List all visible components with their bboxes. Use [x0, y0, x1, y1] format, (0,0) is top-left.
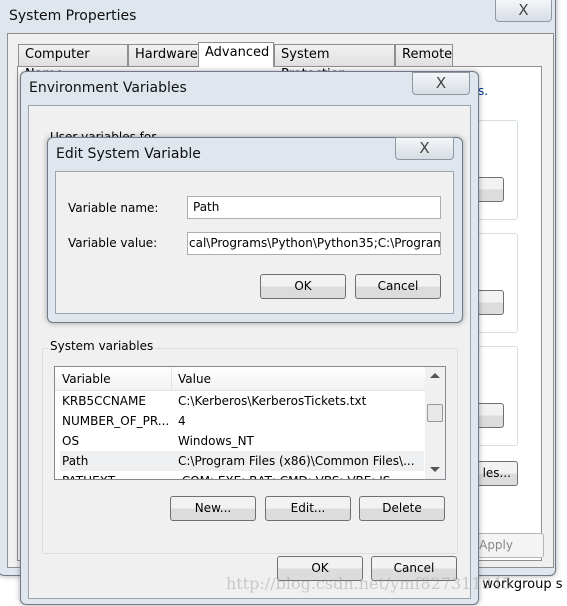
column-header-value[interactable]: Value — [178, 372, 211, 386]
edit-var-close-button[interactable]: X — [395, 137, 454, 160]
tab-computer-name[interactable]: Computer Name — [18, 44, 128, 82]
variable-value-label: Variable value: — [68, 236, 158, 250]
system-properties-title: System Properties — [9, 8, 137, 24]
scroll-down-arrow-icon[interactable] — [430, 467, 440, 472]
env-button-label: les... — [482, 466, 511, 480]
watermark: http://blog.csdn.net/ymf827311945 — [226, 574, 513, 593]
row-value: 4 — [178, 414, 186, 428]
list-header: Variable Value — [55, 367, 425, 391]
edit-ok-button[interactable]: OK — [260, 274, 346, 299]
row-value: C:\Program Files (x86)\Common Files\... — [178, 454, 415, 468]
row-value: .COM;.EXE;.BAT;.CMD;.VBS;.VBE;.JS — [178, 471, 390, 479]
delete-button[interactable]: Delete — [359, 496, 445, 521]
row-value: C:\Kerberos\KerberosTickets.txt — [178, 394, 367, 408]
scroll-thumb[interactable] — [427, 404, 443, 422]
table-row[interactable]: OS Windows_NT — [56, 431, 424, 451]
tab-hardware[interactable]: Hardware — [128, 44, 199, 66]
row-variable: NUMBER_OF_PR... — [62, 414, 170, 428]
edit-button[interactable]: Edit... — [265, 496, 351, 521]
new-button[interactable]: New... — [170, 496, 256, 521]
column-divider — [171, 367, 172, 391]
table-row[interactable]: KRB5CCNAME C:\Kerberos\KerberosTickets.tx… — [56, 391, 424, 411]
variable-value-input[interactable]: cal\Programs\Python\Python35;C:\Program — [187, 232, 441, 255]
variable-name-input[interactable]: Path — [187, 196, 441, 219]
edit-var-title: Edit System Variable — [56, 146, 201, 162]
tab-advanced[interactable]: Advanced — [198, 42, 274, 67]
system-vars-label: System variables — [48, 339, 156, 353]
edit-cancel-button[interactable]: Cancel — [355, 274, 441, 299]
env-vars-close-button[interactable]: X — [412, 72, 470, 95]
system-vars-list[interactable]: Variable Value KRB5CCNAME C:\Kerberos\Ker… — [54, 366, 446, 480]
apply-label: Apply — [479, 538, 513, 552]
row-variable: OS — [62, 434, 80, 448]
column-header-variable[interactable]: Variable — [62, 372, 111, 386]
table-row[interactable]: PATHEXT .COM;.EXE;.BAT;.CMD;.VBS;.VBE;.JS — [56, 471, 424, 479]
row-variable: Path — [62, 454, 89, 468]
system-properties-close-button[interactable]: X — [495, 0, 552, 22]
env-vars-title: Environment Variables — [29, 80, 187, 96]
table-row-selected[interactable]: Path C:\Program Files (x86)\Common Files\… — [60, 451, 424, 471]
partial-text: s. — [478, 84, 489, 98]
variable-name-label: Variable name: — [68, 201, 159, 215]
row-value: Windows_NT — [178, 434, 254, 448]
row-variable: PATHEXT — [62, 471, 115, 479]
scrollbar[interactable] — [425, 367, 445, 479]
row-variable: KRB5CCNAME — [62, 394, 146, 408]
tab-remote[interactable]: Remote — [395, 44, 453, 66]
scroll-up-arrow-icon[interactable] — [430, 373, 440, 378]
table-row[interactable]: NUMBER_OF_PR... 4 — [56, 411, 424, 431]
tab-system-protection[interactable]: System Protection — [274, 44, 395, 82]
